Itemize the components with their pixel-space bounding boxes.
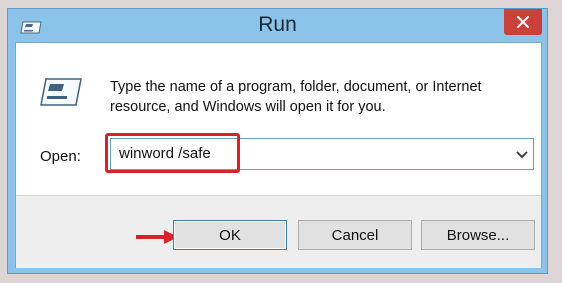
button-bar: OK Cancel Browse...: [16, 195, 541, 268]
chevron-down-icon[interactable]: [515, 149, 529, 161]
close-icon: [517, 16, 529, 28]
run-dialog-window: Run Type the name of a program, folder, …: [7, 8, 548, 274]
browse-button[interactable]: Browse...: [421, 220, 535, 250]
cancel-button[interactable]: Cancel: [298, 220, 412, 250]
input-highlight-box: [105, 133, 240, 173]
red-arrow-annotation: [136, 230, 178, 244]
ok-button[interactable]: OK: [173, 220, 287, 250]
title-bar[interactable]: Run: [8, 9, 547, 41]
dialog-body: Type the name of a program, folder, docu…: [15, 42, 542, 268]
close-button[interactable]: [504, 9, 542, 35]
run-program-icon: [40, 78, 82, 106]
dialog-description: Type the name of a program, folder, docu…: [110, 79, 482, 115]
open-label: Open:: [40, 148, 81, 165]
window-title: Run: [258, 13, 297, 36]
